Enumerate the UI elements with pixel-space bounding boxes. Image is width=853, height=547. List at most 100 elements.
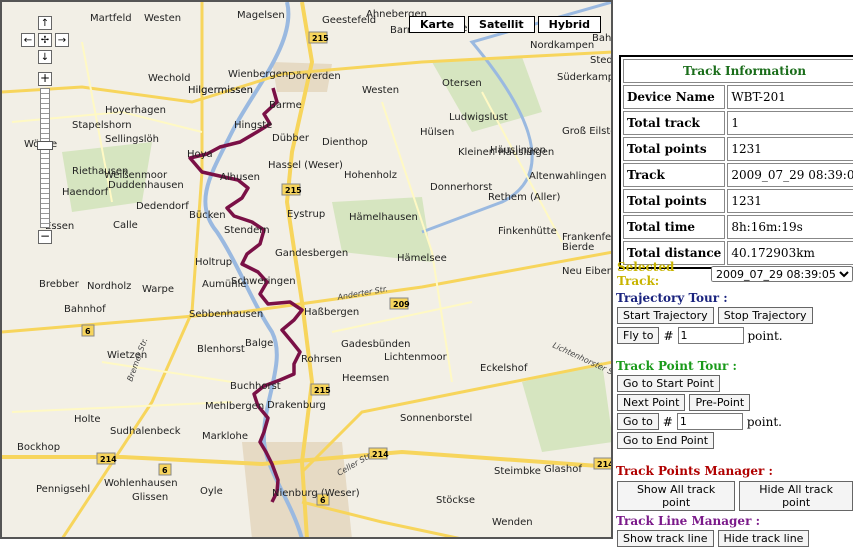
hide-all-track-point-button[interactable]: Hide All track point — [739, 481, 853, 511]
road-shield-6: 6 — [81, 324, 95, 337]
town-label: Stapelshorn — [72, 120, 132, 131]
town-label: Donnerhorst — [430, 182, 492, 193]
zoom-control: + − — [37, 72, 53, 244]
info-value: 1231 — [727, 137, 853, 161]
map-canvas[interactable]: 215 215 215 209 214 214 214 6 6 6 Andert… — [2, 2, 613, 539]
svg-text:215: 215 — [314, 386, 331, 395]
pre-point-button[interactable]: Pre-Point — [689, 394, 751, 411]
pan-down-icon[interactable]: ↓ — [38, 50, 52, 64]
town-label: Bücken — [189, 210, 226, 221]
zoom-slider-handle[interactable] — [37, 141, 53, 150]
info-value: 1 — [727, 111, 853, 135]
track-info-header: Track Information — [623, 59, 853, 83]
town-label: Alhusen — [220, 172, 260, 183]
pan-left-icon[interactable]: ← — [21, 33, 35, 47]
town-label: Bahnhof — [64, 304, 106, 315]
trajectory-tour-title: Trajectory Tour : — [616, 291, 728, 305]
town-label: Süderkampen — [557, 72, 613, 83]
town-label: Pennigsehl — [36, 484, 90, 495]
info-key: Total track — [623, 111, 726, 135]
town-label: Sellingslöh — [105, 134, 159, 145]
town-label: Nordkampen — [530, 40, 594, 51]
town-label: Sonnenborstel — [400, 413, 472, 424]
town-label: Bahnhof — [592, 33, 613, 44]
show-all-track-point-button[interactable]: Show All track point — [617, 481, 736, 511]
hash-label: # — [663, 328, 674, 343]
town-label: Ludwigslust — [449, 112, 508, 123]
start-trajectory-button[interactable]: Start Trajectory — [617, 307, 714, 324]
town-label: Balge — [245, 338, 273, 349]
end-point-row: Go to End Point — [617, 432, 715, 449]
town-label: Steimbke — [494, 466, 541, 477]
town-label: Marklohe — [202, 431, 248, 442]
town-label: Hohenholz — [344, 170, 397, 181]
pan-control: ↑ ← ✢ → ↓ — [21, 16, 69, 64]
zoom-slider[interactable] — [37, 88, 53, 228]
town-label: Sebbenhausen — [189, 309, 263, 320]
town-label: Altenwahlingen — [529, 171, 606, 182]
zoom-out-button[interactable]: − — [38, 230, 52, 244]
pan-up-icon[interactable]: ↑ — [38, 16, 52, 30]
town-label: Haßbergen — [304, 307, 359, 318]
info-key: Device Name — [623, 85, 726, 109]
map-type-karte-button[interactable]: Karte — [408, 16, 466, 33]
town-label: Heemsen — [342, 373, 389, 384]
road-shield-209: 209 — [389, 297, 410, 310]
svg-text:214: 214 — [100, 455, 117, 464]
svg-text:215: 215 — [285, 186, 302, 195]
map-type-hybrid-button[interactable]: Hybrid — [537, 16, 601, 33]
town-label: Dübber — [272, 133, 310, 144]
go-to-button[interactable]: Go to — [617, 413, 659, 430]
go-to-point-input[interactable] — [676, 413, 743, 430]
info-key: Total points — [623, 137, 726, 161]
town-label: Gadesbünden — [341, 339, 410, 350]
pan-right-icon[interactable]: → — [55, 33, 69, 47]
town-label: Groß Eilstorf — [562, 126, 613, 137]
town-label: Dedendorf — [136, 201, 189, 212]
town-label: Holtrup — [195, 257, 232, 268]
town-label: Wietzen — [107, 350, 147, 361]
town-label: Neu Eibenberg — [562, 266, 613, 277]
info-value: 8h:16m:19s — [727, 215, 853, 239]
town-label: Eystrup — [287, 209, 325, 220]
svg-text:215: 215 — [312, 34, 329, 43]
town-label: Hilgermissen — [188, 85, 253, 96]
fly-to-point-input[interactable] — [677, 327, 744, 344]
hash-label: # — [662, 414, 673, 429]
track-information-table: Track Information Device Name WBT-201 Tot… — [619, 55, 853, 269]
town-label: Warpe — [142, 284, 174, 295]
map-view[interactable]: 215 215 215 209 214 214 214 6 6 6 Andert… — [0, 0, 613, 539]
town-label: Hämelhausen — [349, 212, 418, 223]
map-type-satellit-button[interactable]: Satellit — [468, 16, 535, 33]
town-label: Stedorf — [590, 55, 613, 66]
info-key: Total time — [623, 215, 726, 239]
town-label: Aumühle — [202, 279, 247, 290]
next-point-button[interactable]: Next Point — [617, 394, 686, 411]
go-to-end-point-button[interactable]: Go to End Point — [617, 432, 715, 449]
svg-text:6: 6 — [162, 466, 168, 475]
stop-trajectory-button[interactable]: Stop Trajectory — [717, 307, 813, 324]
town-label: Magelsen — [237, 10, 285, 21]
town-label: Bierde — [562, 242, 594, 253]
town-label: Hämelsee — [397, 253, 447, 264]
town-label: Häuslingen — [490, 145, 546, 156]
selected-track-select[interactable]: 2009_07_29 08:39:05 — [711, 266, 853, 282]
track-point-tour-title: Track Point Tour : — [616, 359, 737, 373]
town-label: Wenden — [492, 517, 533, 528]
road-shield-215: 215 — [281, 183, 302, 196]
svg-text:6: 6 — [85, 327, 91, 336]
go-to-start-point-button[interactable]: Go to Start Point — [617, 375, 720, 392]
point-suffix-label: point. — [747, 328, 783, 343]
info-key: Track — [623, 163, 726, 187]
pan-center-icon[interactable]: ✢ — [38, 33, 52, 47]
town-label: Glashof — [544, 464, 582, 475]
town-label: Hoyerhagen — [105, 105, 166, 116]
selected-track-row: Selected Track: 2009_07_29 08:39:05 — [617, 260, 853, 288]
track-points-manager-title: Track Points Manager : — [616, 464, 773, 478]
town-label: Drakenburg — [267, 400, 326, 411]
town-label: Buchhorst — [230, 381, 281, 392]
fly-to-button[interactable]: Fly to — [617, 327, 660, 344]
zoom-in-button[interactable]: + — [38, 72, 52, 86]
town-label: Finkenhütte — [498, 226, 557, 237]
info-key: Total points — [623, 189, 726, 213]
